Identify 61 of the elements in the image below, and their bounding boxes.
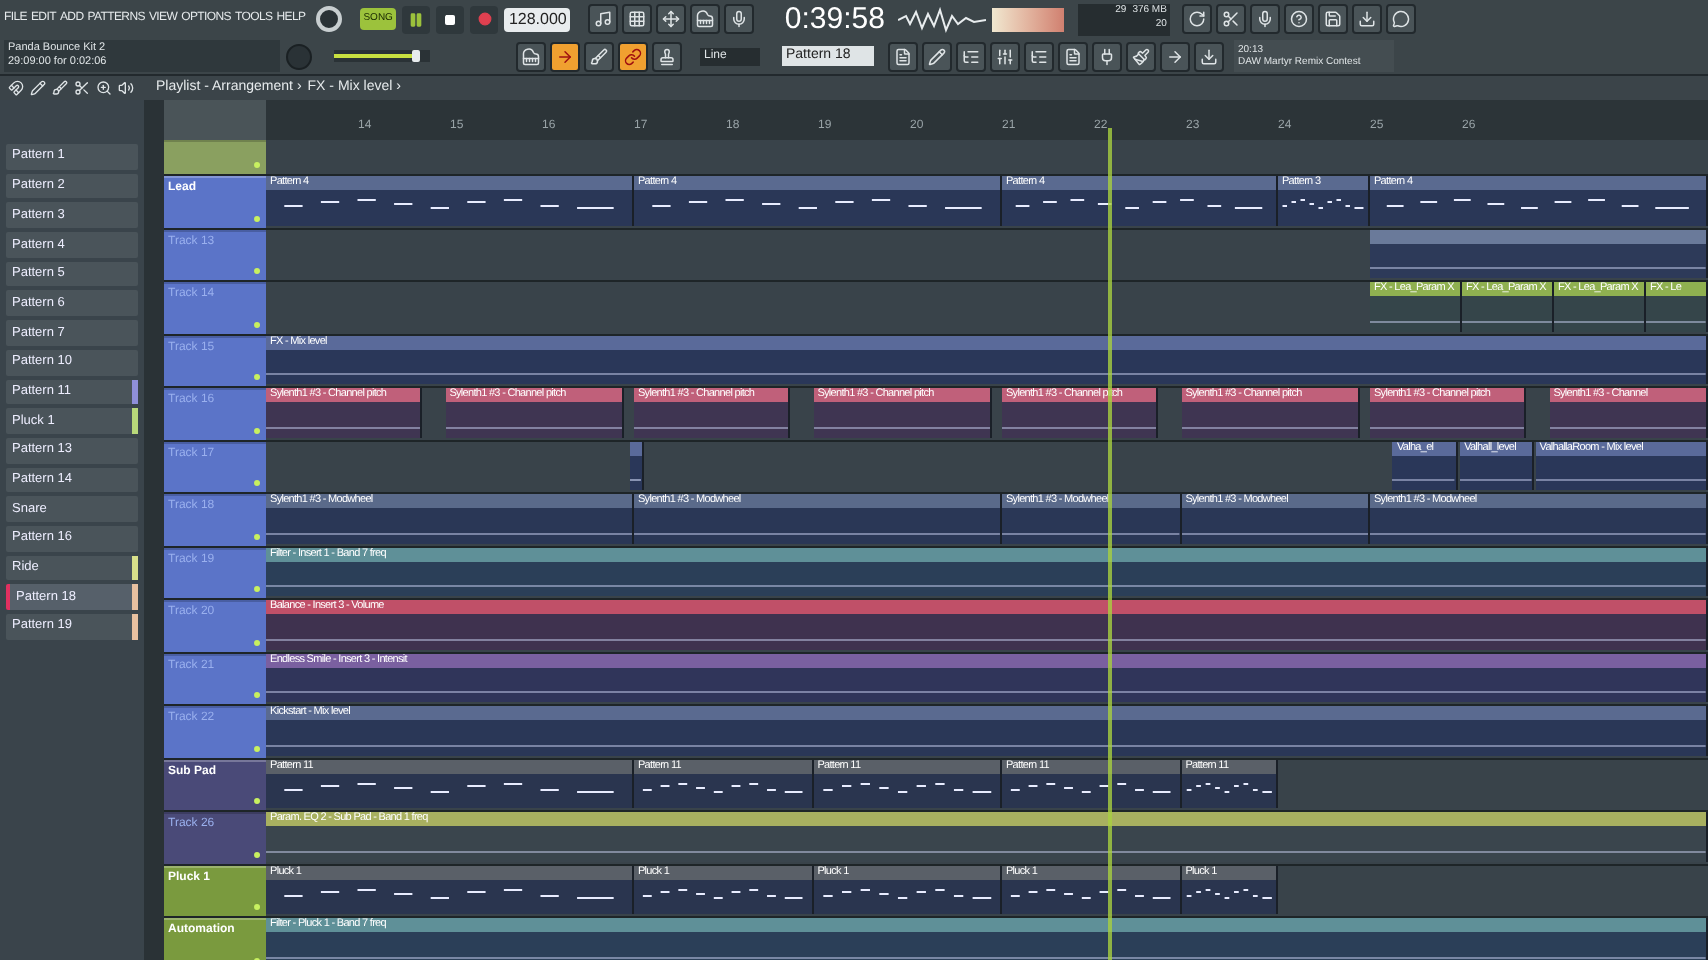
- file-icon[interactable]: [1058, 41, 1088, 72]
- track-led-icon[interactable]: [254, 374, 260, 380]
- piano-tool-icon[interactable]: [516, 41, 546, 72]
- tempo-field[interactable]: 128.000: [504, 7, 571, 32]
- grid-icon[interactable]: [622, 4, 653, 35]
- zoom-icon[interactable]: [96, 80, 112, 96]
- pause-icon: [408, 11, 425, 28]
- track-led-icon[interactable]: [254, 427, 260, 433]
- cut-icon[interactable]: [1216, 4, 1247, 35]
- brush-tool-icon[interactable]: [584, 41, 614, 72]
- export-icon[interactable]: [1352, 4, 1383, 35]
- track-led-icon[interactable]: [254, 586, 260, 592]
- plugin-icon[interactable]: [1092, 41, 1122, 72]
- speaker-icon[interactable]: [118, 80, 134, 96]
- track-led-icon[interactable]: [254, 851, 260, 857]
- track-led-icon[interactable]: [254, 321, 260, 327]
- pencil-icon[interactable]: [30, 80, 46, 96]
- brush-icon[interactable]: [1126, 41, 1156, 72]
- waveform-drawing: [898, 5, 987, 34]
- playlist-clip[interactable]: [630, 441, 644, 490]
- automation-curve: [630, 476, 642, 484]
- track-led-icon[interactable]: [254, 215, 260, 221]
- master-volume-slider[interactable]: [334, 50, 430, 63]
- track-led-icon[interactable]: [254, 162, 260, 168]
- track-led-icon[interactable]: [254, 798, 260, 804]
- record-icon: [477, 12, 492, 27]
- mic-icon[interactable]: [724, 4, 755, 35]
- track-led-icon[interactable]: [254, 639, 260, 645]
- track-led-icon[interactable]: [254, 692, 260, 698]
- header-corner: [164, 100, 266, 140]
- link-tool-icon[interactable]: [618, 41, 648, 72]
- move-icon[interactable]: [656, 4, 687, 35]
- track-led-icon[interactable]: [254, 533, 260, 539]
- mixer-icon[interactable]: [990, 41, 1020, 72]
- automation-curve: [1460, 476, 1532, 484]
- track-led-icon[interactable]: [254, 745, 260, 751]
- volume-meter: [992, 7, 1065, 32]
- track-led-icon[interactable]: [254, 904, 260, 910]
- metronome-icon[interactable]: [588, 4, 619, 35]
- playlist-clip[interactable]: [1369, 229, 1708, 278]
- magnet-icon[interactable]: [8, 80, 24, 96]
- pause-button[interactable]: [402, 5, 431, 34]
- mic-icon[interactable]: [1250, 4, 1281, 35]
- undo-icon[interactable]: [1182, 4, 1213, 35]
- edit-icon[interactable]: [922, 41, 952, 72]
- stop-icon: [444, 13, 457, 26]
- save-icon[interactable]: [1318, 4, 1349, 35]
- track-led-icon[interactable]: [254, 268, 260, 274]
- stop-button[interactable]: [436, 5, 465, 34]
- stamp-tool-icon[interactable]: [652, 41, 682, 72]
- scissors-icon[interactable]: [74, 80, 90, 96]
- track-led-icon[interactable]: [254, 480, 260, 486]
- brush-icon[interactable]: [52, 80, 68, 96]
- playlist-icon[interactable]: [888, 41, 918, 72]
- keyboard-icon[interactable]: [690, 4, 721, 35]
- automation-curve: [1392, 476, 1456, 484]
- download-icon[interactable]: [1194, 41, 1224, 72]
- arrow-tool-icon[interactable]: [550, 41, 580, 72]
- chat-icon[interactable]: [1386, 4, 1417, 35]
- help-icon[interactable]: [1284, 4, 1315, 35]
- song-time: 0:39:58: [784, 3, 885, 36]
